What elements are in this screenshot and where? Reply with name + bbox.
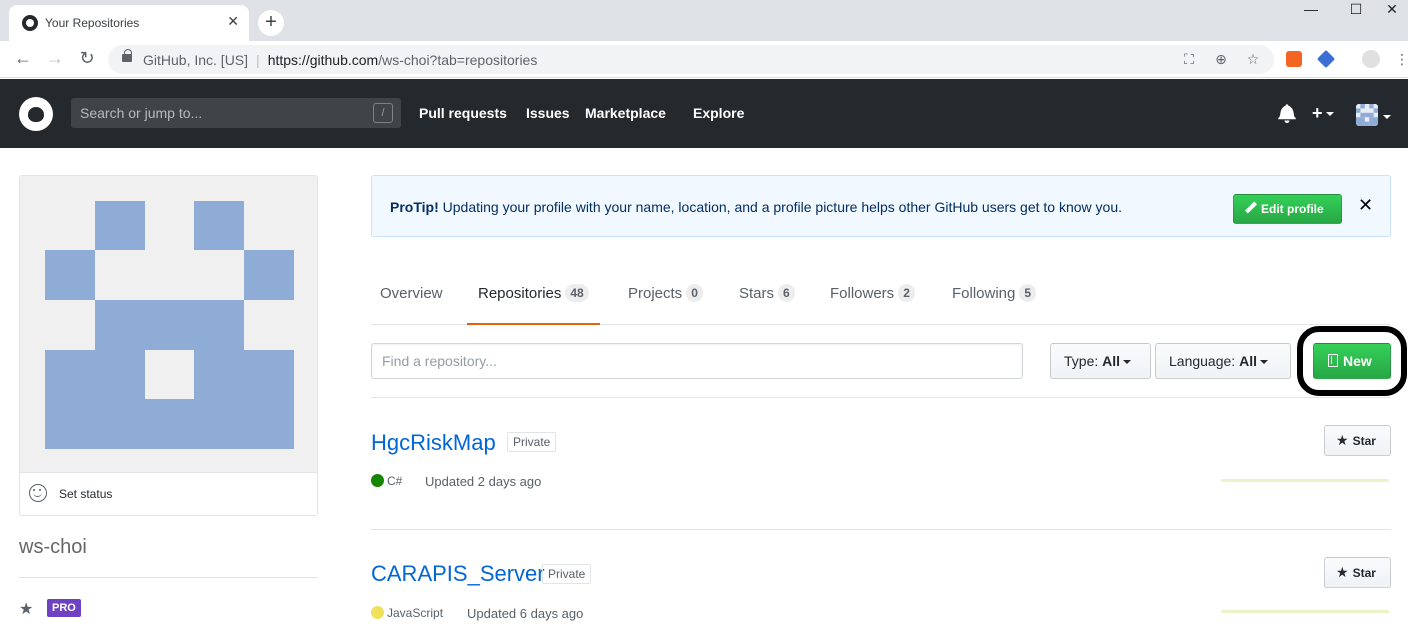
edit-profile-label: Edit profile: [1261, 202, 1324, 216]
followers-count: 2: [898, 284, 915, 302]
protip-banner: ProTip! Updating your profile with your …: [371, 175, 1391, 237]
global-search-input[interactable]: [71, 98, 361, 128]
protip-label: ProTip!: [390, 199, 439, 215]
profile-avatar[interactable]: [20, 176, 317, 472]
private-badge: Private: [542, 564, 592, 584]
url-host: https://github.com: [267, 52, 379, 68]
extension-icon[interactable]: [1286, 51, 1302, 67]
repo-language: JavaScript: [387, 606, 444, 620]
nav-pull-requests[interactable]: Pull requests: [419, 105, 507, 121]
forward-icon[interactable]: →: [43, 47, 67, 71]
reload-icon[interactable]: ↻: [75, 47, 99, 71]
star-icon: ★: [1336, 564, 1349, 580]
language-color-dot: [371, 606, 384, 619]
create-new-dropdown[interactable]: +: [1312, 103, 1334, 123]
sidebar-divider: [19, 577, 318, 578]
chevron-down-icon: [1325, 112, 1334, 117]
new-tab-button[interactable]: +: [258, 10, 284, 36]
back-icon[interactable]: ←: [11, 47, 35, 71]
github-header: / Pull requests Issues Marketplace Explo…: [0, 79, 1408, 148]
set-status-label: Set status: [59, 487, 113, 501]
chevron-down-icon: [1383, 115, 1391, 120]
set-status-button[interactable]: Set status: [20, 472, 317, 515]
star-repo-button[interactable]: ★ Star: [1324, 425, 1391, 456]
github-favicon-icon: [22, 15, 38, 31]
github-logo-icon[interactable]: [19, 97, 53, 131]
protip-text: Updating your profile with your name, lo…: [438, 199, 1123, 215]
header-avatar[interactable]: [1356, 104, 1378, 126]
repo-language: C#: [387, 474, 403, 488]
browser-tab[interactable]: Your Repositories ✕: [9, 5, 249, 41]
profile-avatar-card: Set status: [19, 175, 318, 516]
list-divider: [371, 529, 1391, 530]
language-color-dot: [371, 474, 384, 487]
nav-explore[interactable]: Explore: [693, 105, 744, 121]
private-badge: Private: [507, 432, 557, 452]
star-icon: ★: [1336, 432, 1349, 448]
address-bar-row: ← → ↻ GitHub, Inc. [US] | https://github.c…: [0, 41, 1408, 78]
list-divider: [371, 397, 1391, 398]
repo-icon: [1328, 354, 1338, 367]
translate-icon[interactable]: ⛶: [1181, 51, 1197, 67]
pencil-icon: [1245, 202, 1257, 214]
profile-avatar-icon[interactable]: [1362, 50, 1380, 68]
search-shortcut-key: /: [373, 103, 393, 123]
maximize-icon[interactable]: ☐: [1331, 0, 1381, 20]
stars-count: 6: [778, 284, 795, 302]
activity-sparkline: [1221, 610, 1389, 613]
smiley-icon: [29, 484, 47, 502]
star-icon: ★: [19, 601, 34, 618]
global-search: /: [71, 98, 401, 128]
new-button-label: New: [1343, 353, 1372, 369]
extension-2-icon[interactable]: [1316, 49, 1336, 69]
notifications-bell-icon[interactable]: [1278, 103, 1296, 127]
find-repository-input[interactable]: [371, 343, 1023, 379]
site-identity: GitHub, Inc. [US]: [143, 52, 249, 68]
tab-overview[interactable]: Overview: [380, 270, 443, 325]
tab-projects[interactable]: Projects 0: [628, 270, 703, 325]
repo-link[interactable]: HgcRiskMap: [371, 430, 496, 456]
tab-followers[interactable]: Followers 2: [830, 270, 915, 325]
star-repo-button[interactable]: ★ Star: [1324, 557, 1391, 588]
window-close-icon[interactable]: ✕: [1376, 0, 1408, 20]
plus-icon: +: [1312, 103, 1323, 123]
profile-username: ws-choi: [19, 536, 87, 558]
type-filter-dropdown[interactable]: Type: All: [1050, 343, 1151, 379]
chevron-down-icon: [1259, 360, 1268, 365]
pro-badge: PRO: [47, 599, 81, 617]
profile-tabs: Overview Repositories 48 Projects 0 Stars 6…: [371, 270, 1391, 325]
dismiss-protip-icon[interactable]: ✕: [1358, 195, 1373, 216]
language-filter-dropdown[interactable]: Language: All: [1155, 343, 1291, 379]
edit-profile-button[interactable]: Edit profile: [1233, 194, 1342, 224]
bookmark-star-icon[interactable]: ☆: [1245, 51, 1261, 67]
new-repository-button[interactable]: New: [1313, 343, 1391, 379]
url-path: /ws-choi?tab=repositories: [378, 52, 538, 68]
tab-following[interactable]: Following 5: [952, 270, 1037, 325]
url-field[interactable]: GitHub, Inc. [US] | https://github.com/ws-…: [108, 45, 1274, 74]
projects-count: 0: [686, 284, 703, 302]
user-menu-caret[interactable]: [1380, 106, 1391, 126]
activity-sparkline: [1221, 479, 1389, 482]
lock-icon: [122, 49, 132, 62]
repo-updated: Updated 6 days ago: [467, 606, 584, 621]
repo-updated: Updated 2 days ago: [425, 474, 542, 489]
nav-marketplace[interactable]: Marketplace: [585, 105, 666, 121]
menu-dots-icon[interactable]: ⋮: [1394, 51, 1408, 67]
minimize-icon[interactable]: —: [1286, 0, 1336, 20]
tab-repositories[interactable]: Repositories 48: [467, 270, 600, 325]
nav-issues[interactable]: Issues: [526, 105, 570, 121]
repo-link[interactable]: CARAPIS_Server: [371, 561, 545, 587]
chevron-down-icon: [1123, 360, 1132, 365]
zoom-icon[interactable]: ⊕: [1213, 51, 1229, 67]
tab-stars[interactable]: Stars 6: [739, 270, 795, 325]
repositories-count: 48: [565, 284, 589, 302]
close-tab-icon[interactable]: ✕: [227, 13, 239, 30]
tab-title: Your Repositories: [45, 16, 140, 30]
browser-tabstrip: Your Repositories ✕ + — ☐ ✕: [0, 0, 1408, 41]
following-count: 5: [1019, 284, 1037, 302]
